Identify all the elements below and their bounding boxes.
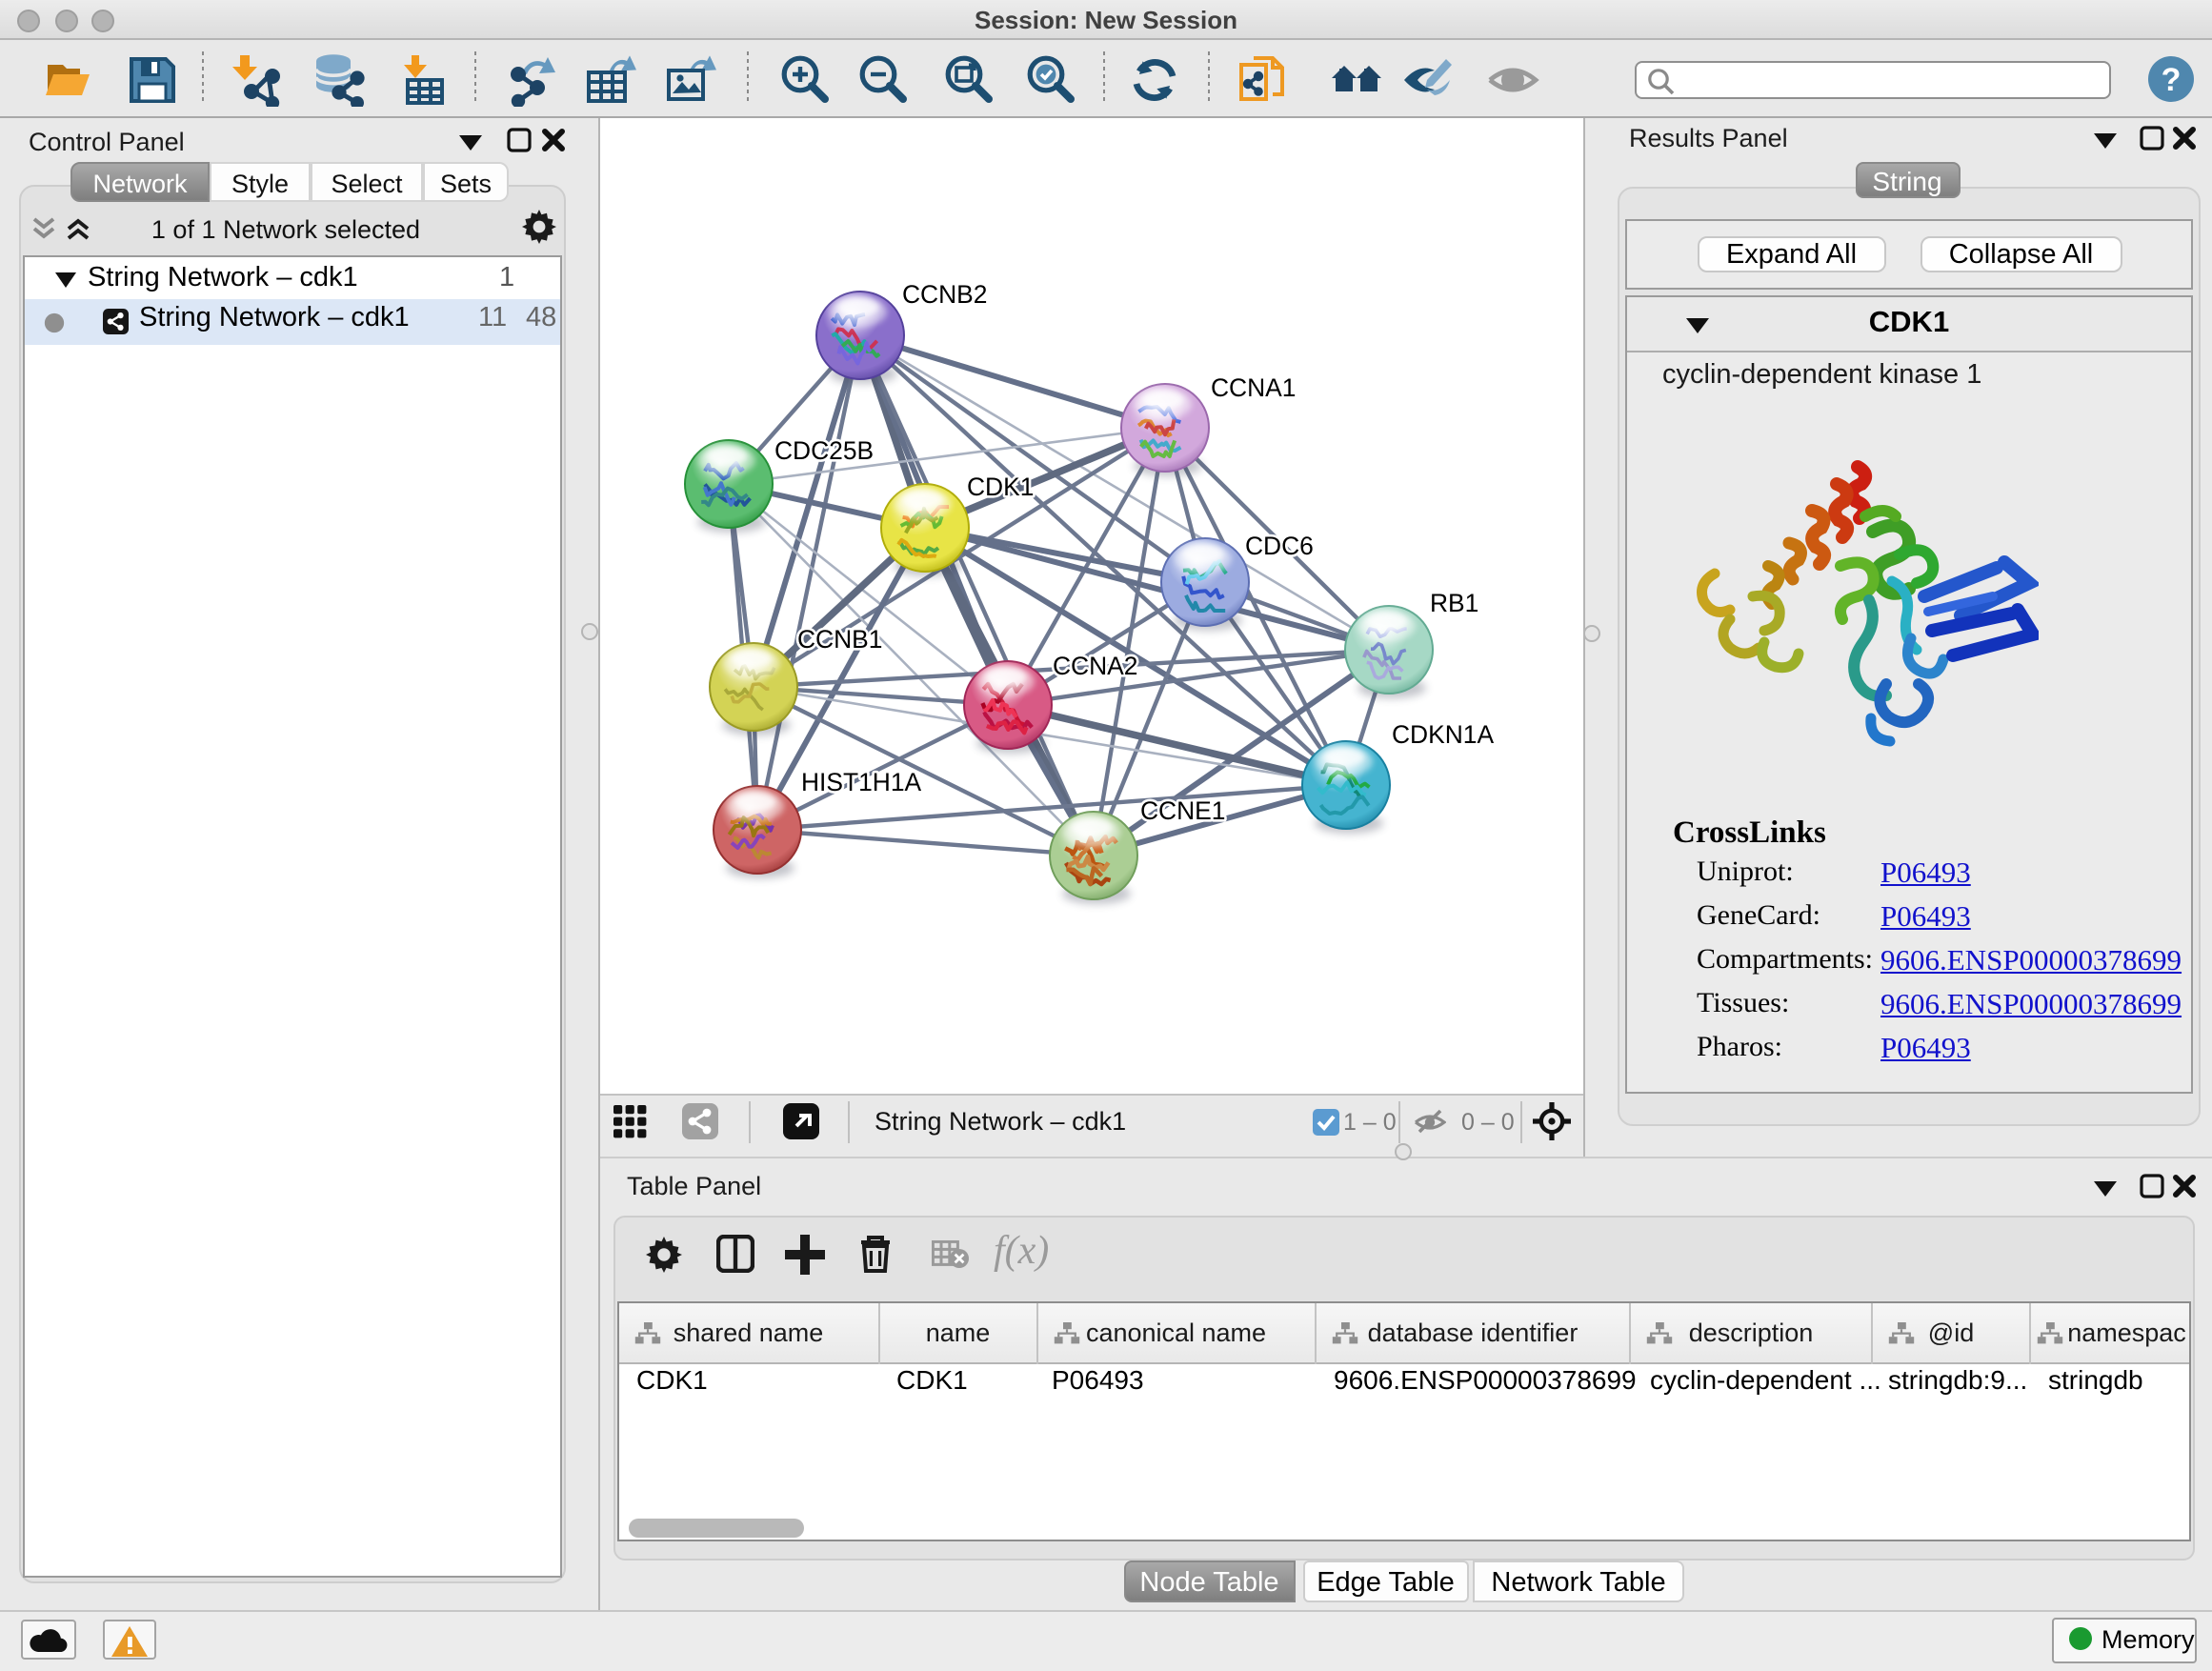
svg-text:CCNA1: CCNA1	[1211, 373, 1296, 402]
svg-text:CDK1: CDK1	[967, 473, 1034, 501]
svg-text:?: ?	[2162, 62, 2182, 98]
svg-text:CDKN1A: CDKN1A	[1392, 720, 1494, 749]
svg-text:CCNB1: CCNB1	[797, 625, 882, 654]
svg-text:CCNA2: CCNA2	[1053, 652, 1137, 680]
svg-text:CCNE1: CCNE1	[1140, 796, 1225, 825]
svg-text:CCNB2: CCNB2	[902, 280, 987, 309]
svg-text:HIST1H1A: HIST1H1A	[801, 768, 922, 796]
svg-text:CDC25B: CDC25B	[774, 436, 874, 465]
svg-text:RB1: RB1	[1430, 589, 1478, 617]
svg-text:CDC6: CDC6	[1245, 532, 1314, 560]
